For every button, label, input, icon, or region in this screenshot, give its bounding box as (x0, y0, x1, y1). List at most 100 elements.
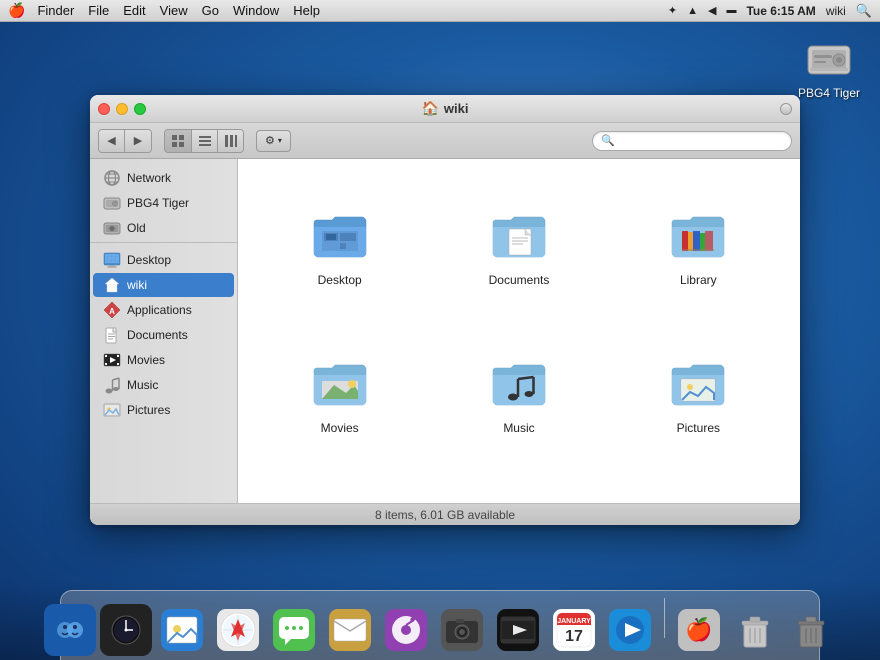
sidebar-item-desktop[interactable]: Desktop (93, 248, 234, 272)
icon-view-button[interactable] (165, 130, 191, 152)
statusbar: 8 items, 6.01 GB available (90, 503, 800, 525)
view-buttons (164, 129, 244, 153)
menu-view[interactable]: View (160, 3, 188, 18)
clock: Tue 6:15 AM (746, 4, 815, 18)
menu-file[interactable]: File (88, 3, 109, 18)
dock-item-itunes[interactable] (380, 604, 432, 656)
resize-button[interactable] (780, 103, 792, 115)
desktop: 🍎 Finder File Edit View Go Window Help ✦… (0, 0, 880, 660)
dock-item-apple[interactable]: 🍎 (673, 604, 725, 656)
dock-item-ichat[interactable] (268, 604, 320, 656)
action-arrow-icon: ▾ (278, 136, 282, 145)
sidebar-desktop-label: Desktop (127, 253, 171, 267)
desktop-hard-drive-icon[interactable]: PBG4 Tiger (798, 35, 860, 100)
battery-icon: ▬ (726, 5, 736, 16)
dock-item-clock[interactable] (100, 604, 152, 656)
dock-separator (664, 598, 665, 638)
desktop-folder-label: Desktop (318, 273, 362, 287)
menu-finder[interactable]: Finder (37, 3, 74, 18)
dock-item-trash[interactable] (729, 604, 781, 656)
dock-item-trash-full[interactable] (785, 604, 837, 656)
public-folder-icon (308, 499, 372, 503)
dock-item-finder[interactable] (44, 604, 96, 656)
sites-folder-icon (487, 499, 551, 503)
sidebar-music-label: Music (127, 378, 158, 392)
dock-item-mail[interactable] (324, 604, 376, 656)
pictures-folder-label: Pictures (677, 421, 720, 435)
dock-item-camera[interactable] (436, 604, 488, 656)
menu-help[interactable]: Help (293, 3, 320, 18)
sidebar-network-label: Network (127, 171, 171, 185)
sidebar-item-pictures[interactable]: Pictures (93, 398, 234, 422)
list-view-button[interactable] (191, 130, 217, 152)
music-sidebar-icon (103, 376, 121, 394)
sidebar-item-network[interactable]: Network (93, 166, 234, 190)
applications-icon: A (103, 301, 121, 319)
svg-text:17: 17 (565, 628, 583, 645)
file-item-pictures[interactable]: Pictures (613, 323, 784, 463)
sidebar-documents-label: Documents (127, 328, 188, 342)
sidebar-item-pbg4tiger[interactable]: PBG4 Tiger (93, 191, 234, 215)
spotlight-icon[interactable]: 🔍 (856, 3, 872, 19)
file-area: Desktop D (238, 159, 800, 503)
sidebar-item-applications[interactable]: A Applications (93, 298, 234, 322)
dock-item-imovie[interactable] (492, 604, 544, 656)
user-label: wiki (826, 4, 846, 18)
file-item-music[interactable]: Music (433, 323, 604, 463)
svg-text:A: A (109, 307, 115, 316)
file-item-desktop[interactable]: Desktop (254, 175, 425, 315)
menu-window[interactable]: Window (233, 3, 279, 18)
sidebar-wiki-label: wiki (127, 278, 147, 292)
sidebar-item-old[interactable]: Old (93, 216, 234, 240)
gear-icon: ⚙ (265, 134, 275, 147)
music-folder-icon (487, 351, 551, 415)
documents-icon (103, 326, 121, 344)
wifi-icon: ▲ (687, 5, 698, 17)
window-title-text: wiki (444, 101, 469, 116)
minimize-button[interactable] (116, 103, 128, 115)
window-title-icon: 🏠 (421, 100, 438, 117)
titlebar: 🏠 wiki (90, 95, 800, 123)
file-item-public[interactable]: Public (254, 471, 425, 503)
pbg4tiger-icon (103, 194, 121, 212)
desktop-sidebar-icon (103, 251, 121, 269)
close-button[interactable] (98, 103, 110, 115)
sidebar-item-music[interactable]: Music (93, 373, 234, 397)
old-icon (103, 219, 121, 237)
documents-folder-label: Documents (489, 273, 550, 287)
library-folder-label: Library (680, 273, 717, 287)
dock-item-ical[interactable]: 17 JANUARY (548, 604, 600, 656)
menu-go[interactable]: Go (202, 3, 219, 18)
pictures-folder-icon (666, 351, 730, 415)
search-box[interactable]: 🔍 (592, 131, 792, 151)
music-folder-label: Music (503, 421, 534, 435)
sidebar-item-movies[interactable]: Movies (93, 348, 234, 372)
sidebar-movies-label: Movies (127, 353, 165, 367)
file-item-library[interactable]: Library (613, 175, 784, 315)
svg-text:JANUARY: JANUARY (557, 618, 591, 625)
sidebar-pbg4tiger-label: PBG4 Tiger (127, 196, 189, 210)
forward-button[interactable]: ▶ (125, 130, 151, 152)
menu-edit[interactable]: Edit (123, 3, 145, 18)
sidebar-item-documents[interactable]: Documents (93, 323, 234, 347)
volume-icon: ◀ (708, 4, 716, 17)
nav-buttons: ◀ ▶ (98, 129, 152, 153)
column-view-button[interactable] (217, 130, 243, 152)
maximize-button[interactable] (134, 103, 146, 115)
dock-item-quicktime[interactable] (604, 604, 656, 656)
menubar-items: Finder File Edit View Go Window Help (37, 3, 320, 18)
action-button[interactable]: ⚙ ▾ (256, 130, 291, 152)
file-item-movies[interactable]: Movies (254, 323, 425, 463)
search-input[interactable] (619, 134, 783, 148)
statusbar-text: 8 items, 6.01 GB available (375, 508, 515, 522)
movies-sidebar-icon (103, 351, 121, 369)
back-button[interactable]: ◀ (99, 130, 125, 152)
file-item-sites[interactable]: Sites (433, 471, 604, 503)
dock-item-safari[interactable] (212, 604, 264, 656)
apple-menu[interactable]: 🍎 (8, 2, 25, 19)
sidebar-item-wiki[interactable]: wiki (93, 273, 234, 297)
svg-text:🍎: 🍎 (685, 616, 712, 642)
documents-folder-icon (487, 203, 551, 267)
dock-item-iphoto[interactable] (156, 604, 208, 656)
file-item-documents[interactable]: Documents (433, 175, 604, 315)
